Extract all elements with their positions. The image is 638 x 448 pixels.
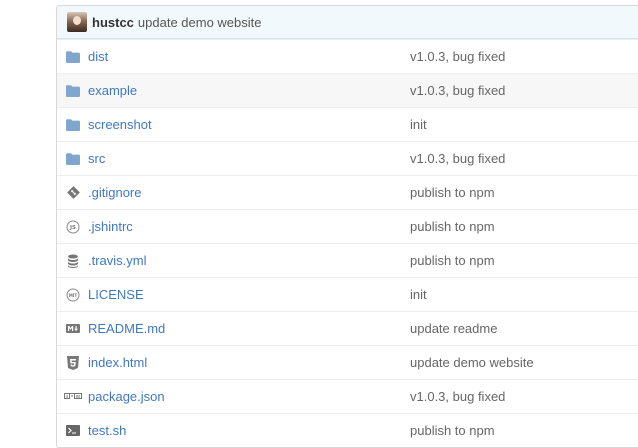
- folder-icon: [58, 152, 88, 165]
- file-row[interactable]: .gitignore publish to npm: [57, 175, 638, 209]
- file-name[interactable]: .travis.yml: [88, 253, 410, 268]
- svg-text:JS: JS: [69, 225, 76, 231]
- avatar[interactable]: [67, 12, 87, 32]
- file-name[interactable]: .jshintrc: [88, 219, 410, 234]
- file-name[interactable]: screenshot: [88, 117, 410, 132]
- file-row[interactable]: package.json v1.0.3, bug fixed: [57, 379, 638, 413]
- file-name[interactable]: README.md: [88, 321, 410, 336]
- file-name[interactable]: .gitignore: [88, 185, 410, 200]
- commit-message[interactable]: update demo website: [138, 15, 262, 30]
- commit-message-link[interactable]: v1.0.3, bug fixed: [410, 389, 505, 404]
- js-icon: JS: [58, 220, 88, 234]
- folder-icon: [58, 118, 88, 131]
- git-icon: [58, 186, 88, 199]
- file-row[interactable]: test.sh publish to npm: [57, 413, 638, 447]
- svg-text:MIT: MIT: [69, 292, 78, 297]
- folder-icon: [58, 84, 88, 97]
- file-row[interactable]: JS .jshintrc publish to npm: [57, 209, 638, 243]
- file-row[interactable]: MIT LICENSE init: [57, 277, 638, 311]
- terminal-icon: [58, 425, 88, 436]
- file-name[interactable]: src: [88, 151, 410, 166]
- mit-license-icon: MIT: [58, 288, 88, 302]
- markdown-icon: [58, 324, 88, 333]
- file-row[interactable]: .travis.yml publish to npm: [57, 243, 638, 277]
- file-row[interactable]: dist v1.0.3, bug fixed: [57, 39, 638, 73]
- folder-icon: [58, 50, 88, 63]
- commit-message-link[interactable]: publish to npm: [410, 219, 495, 234]
- commit-message-link[interactable]: init: [410, 117, 427, 132]
- file-name[interactable]: package.json: [88, 389, 410, 404]
- commit-message-link[interactable]: update demo website: [410, 355, 534, 370]
- file-name[interactable]: example: [88, 83, 410, 98]
- commit-message-link[interactable]: init: [410, 287, 427, 302]
- file-name[interactable]: test.sh: [88, 423, 410, 438]
- file-row[interactable]: src v1.0.3, bug fixed: [57, 141, 638, 175]
- file-row[interactable]: screenshot init: [57, 107, 638, 141]
- html5-icon: [58, 355, 88, 370]
- commit-message-link[interactable]: publish to npm: [410, 423, 495, 438]
- commit-message-link[interactable]: v1.0.3, bug fixed: [410, 49, 505, 64]
- file-list: hustcc update demo website dist v1.0.3, …: [56, 5, 638, 448]
- file-row[interactable]: README.md update readme: [57, 311, 638, 345]
- commit-message-link[interactable]: v1.0.3, bug fixed: [410, 83, 505, 98]
- file-row[interactable]: example v1.0.3, bug fixed: [57, 73, 638, 107]
- file-name[interactable]: index.html: [88, 355, 410, 370]
- commit-message-link[interactable]: v1.0.3, bug fixed: [410, 151, 505, 166]
- commit-message-link[interactable]: update readme: [410, 321, 497, 336]
- database-icon: [58, 254, 88, 268]
- latest-commit-bar: hustcc update demo website: [57, 6, 638, 39]
- commit-message-link[interactable]: publish to npm: [410, 253, 495, 268]
- file-name[interactable]: LICENSE: [88, 287, 410, 302]
- file-row[interactable]: index.html update demo website: [57, 345, 638, 379]
- file-name[interactable]: dist: [88, 49, 410, 64]
- commit-message-link[interactable]: publish to npm: [410, 185, 495, 200]
- npm-icon: [58, 393, 88, 400]
- commit-author[interactable]: hustcc: [92, 15, 134, 30]
